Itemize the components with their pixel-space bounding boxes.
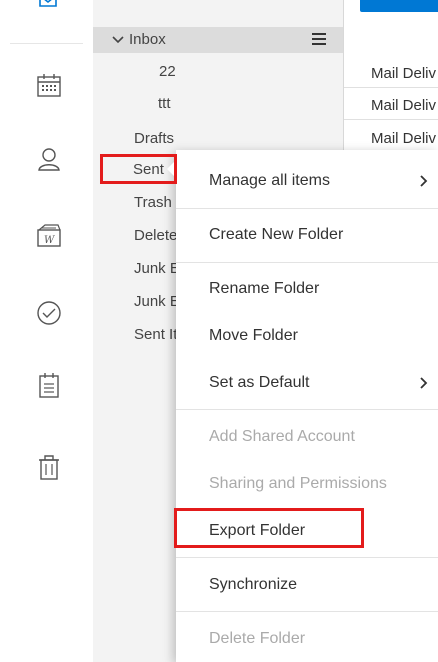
message-sender: Mail Deliv [371, 130, 437, 147]
menu-item-label: Sharing and Permissions [209, 475, 387, 492]
folder-subfolder[interactable]: ttt [93, 91, 343, 117]
menu-item-label: Create New Folder [209, 226, 344, 243]
svg-text:W: W [44, 235, 55, 246]
menu-item-label: Delete Folder [209, 630, 306, 647]
menu-item-add-shared-account: Add Shared Account [176, 414, 438, 460]
folder-label: ttt [158, 95, 171, 112]
menu-item-label: Add Shared Account [209, 428, 355, 445]
highlight-export-folder [174, 508, 364, 548]
menu-item-label: Rename Folder [209, 280, 320, 297]
folder-label: 22 [159, 63, 176, 80]
tasks-icon[interactable] [36, 300, 62, 326]
trash-icon[interactable] [36, 454, 62, 480]
hamburger-menu-icon[interactable] [312, 33, 326, 46]
folder-label: Trash [134, 194, 172, 211]
message-row[interactable]: Mail Deliv [344, 93, 438, 120]
chevron-right-icon [420, 377, 428, 389]
menu-item-move-folder[interactable]: Move Folder [176, 313, 438, 359]
calendar-icon[interactable] [36, 72, 62, 98]
message-sender: Mail Deliv [371, 97, 437, 114]
highlight-sent-folder [100, 154, 177, 184]
menu-divider [176, 557, 438, 558]
folder-subfolder[interactable]: 22 [93, 59, 343, 85]
menu-item-synchronize[interactable]: Synchronize [176, 562, 438, 608]
menu-item-manage-all-items[interactable]: Manage all items [176, 158, 438, 204]
message-row[interactable]: Mail Deliv [344, 61, 438, 88]
menu-item-label: Synchronize [209, 576, 298, 593]
contacts-icon[interactable] [36, 146, 62, 172]
message-sender: Mail Deliv [371, 65, 437, 82]
menu-item-label: Set as Default [209, 374, 310, 391]
menu-item-sharing-and-permissions: Sharing and Permissions [176, 461, 438, 507]
menu-item-set-as-default[interactable]: Set as Default [176, 360, 438, 406]
menu-item-create-new-folder[interactable]: Create New Folder [176, 212, 438, 258]
app-icon-rail: W [0, 0, 94, 662]
folder-drafts[interactable]: Drafts [93, 126, 343, 152]
briefcase-icon[interactable]: W [36, 222, 62, 248]
folder-label: Drafts [134, 130, 175, 147]
menu-item-label: Move Folder [209, 327, 298, 344]
folder-context-menu: Manage all items Create New Folder Renam… [167, 150, 438, 662]
new-message-button[interactable] [360, 0, 438, 12]
menu-item-rename-folder[interactable]: Rename Folder [176, 266, 438, 312]
folder-label: Inbox [129, 31, 166, 48]
menu-divider [176, 409, 438, 410]
notes-icon[interactable] [36, 372, 62, 398]
menu-item-label: Manage all items [209, 172, 330, 189]
message-row[interactable]: Mail Deliv [344, 126, 438, 153]
rail-divider [10, 43, 83, 44]
chevron-right-icon [420, 175, 428, 187]
folder-inbox[interactable]: Inbox [93, 27, 343, 53]
chevron-down-icon[interactable] [112, 35, 124, 45]
menu-divider [176, 611, 438, 612]
mail-icon[interactable] [39, 0, 57, 10]
menu-divider [176, 262, 438, 263]
menu-divider [176, 208, 438, 209]
menu-item-delete-folder: Delete Folder [176, 616, 438, 662]
